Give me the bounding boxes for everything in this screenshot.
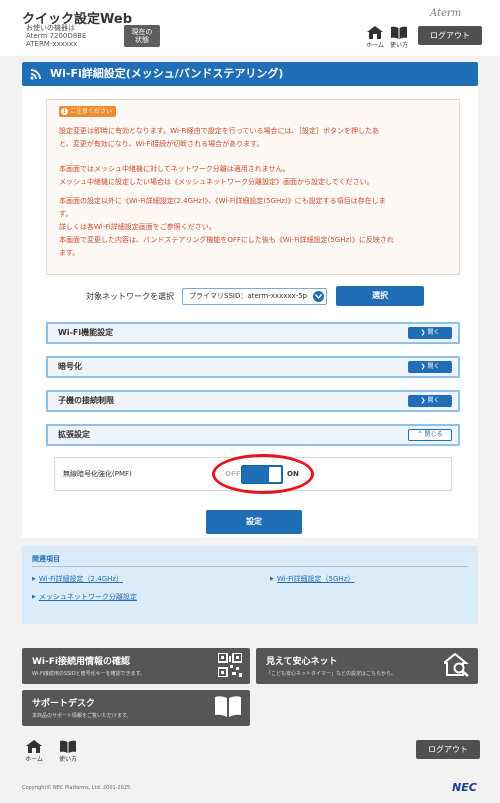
notice-line: 本画面の設定以外に《Wi-Fi詳細設定(2.4GHz)》、《Wi-Fi詳細設定(… xyxy=(59,197,386,205)
expand-label: 開く xyxy=(427,363,440,370)
status-button-label: 状態 xyxy=(135,36,149,44)
device-info: お使いの機器は Aterm 7200D8BE ATERM-xxxxxx xyxy=(26,24,86,48)
related-title: 関連項目 xyxy=(32,555,60,563)
tile-title: サポートデスク xyxy=(32,699,96,709)
expand-button[interactable]: ❯ 開く xyxy=(408,395,452,407)
apply-setting-button[interactable]: 設定 xyxy=(206,510,302,534)
book-icon xyxy=(60,740,76,753)
link-text: Wi-Fi詳細設定（5GHz） xyxy=(276,575,355,583)
tile-title: Wi-Fi接続用情報の確認 xyxy=(32,657,130,667)
status-button-label: 現在の xyxy=(131,28,153,36)
footer-home-button[interactable]: ホーム xyxy=(22,740,46,763)
notice-box: ! ご注意ください 設定変更は即時に有効となります。Wi-Fi経由で設定を行ってい… xyxy=(46,99,460,275)
home-label: ホーム xyxy=(366,42,384,49)
section-label: Wi-Fi機能設定 xyxy=(58,328,114,337)
tile-desc: 「こども安心ネットタイマー」などの設定はこちらから。 xyxy=(266,671,397,677)
notice-line: 設定変更は即時に有効となります。Wi-Fi経由で設定を行っている場合には、［設定… xyxy=(59,127,379,135)
section-client-limit[interactable]: 子機の接続制限 ❯ 開く xyxy=(46,390,460,412)
mieru-anshin-tile[interactable]: 見えて安心ネット 「こども安心ネットタイマー」などの設定はこちらから。 xyxy=(256,648,478,684)
chevron-down-icon xyxy=(313,291,324,302)
home-search-icon xyxy=(444,653,469,677)
aterm-logo: Aterm xyxy=(430,8,462,19)
triangle-right-icon: ▶ xyxy=(270,576,274,582)
notice-line: 本画面で変更した内容は、バンドステアリング機能をOFFにした後も《Wi-Fi詳細… xyxy=(59,236,394,244)
device-line: Aterm 7200D8BE xyxy=(26,32,87,40)
footer-nav: ホーム 使い方 ログアウト xyxy=(0,736,500,770)
notice-paragraph: 設定変更は即時に有効となります。Wi-Fi経由で設定を行っている場合には、［設定… xyxy=(59,125,451,151)
tile-desc: 本商品のサポート情報をご覧いただけます。 xyxy=(32,713,132,719)
notice-line: 詳しくは各Wi-Fi詳細設定画面をご参照ください。 xyxy=(59,223,216,231)
device-line: ATERM-xxxxxx xyxy=(26,40,78,48)
footer-logout-button[interactable]: ログアウト xyxy=(416,740,480,759)
notice-paragraph: 本画面ではメッシュ中継機に対してネットワーク分離は適用されません。 メッシュ中継… xyxy=(59,163,451,189)
alert-icon: ! xyxy=(61,108,68,115)
notice-line: 本画面ではメッシュ中継機に対してネットワーク分離は適用されません。 xyxy=(59,165,290,173)
expand-label: 開く xyxy=(427,329,440,336)
related-items-box: 関連項目 ▶ Wi-Fi詳細設定（2.4GHz） ▶ Wi-Fi詳細設定（5GHz）… xyxy=(22,546,478,624)
network-select[interactable]: プライマリSSID：aterm-xxxxxx-5p xyxy=(182,288,327,305)
section-label: 子機の接続制限 xyxy=(58,396,114,405)
footer-usage-button[interactable]: 使い方 xyxy=(56,740,80,763)
pmf-label: 無線暗号化強化(PMF) xyxy=(63,470,132,478)
section-wifi-function[interactable]: Wi-Fi機能設定 ❯ 開く xyxy=(46,322,460,344)
section-encryption[interactable]: 暗号化 ❯ 開く xyxy=(46,356,460,378)
notice-badge-label: ご注意ください xyxy=(70,108,113,115)
wifi-icon xyxy=(30,69,41,80)
header: クイック設定Web お使いの機器は Aterm 7200D8BE ATERM-x… xyxy=(0,0,500,56)
current-status-button[interactable]: 現在の 状態 xyxy=(124,25,160,47)
highlight-annotation xyxy=(212,454,314,494)
expand-button[interactable]: ❯ 開く xyxy=(408,327,452,339)
link-wifi-5ghz[interactable]: ▶ Wi-Fi詳細設定（5GHz） xyxy=(270,574,354,584)
copyright: Copyright© NEC Platforms, Ltd. 2001-2025 xyxy=(22,785,131,791)
tile-desc: Wi-Fi接続用のSSIDと暗号化キーを確認できます。 xyxy=(32,671,146,677)
network-select-value: プライマリSSID：aterm-xxxxxx-5p xyxy=(189,292,308,300)
notice-badge: ! ご注意ください xyxy=(59,106,117,117)
usage-button[interactable]: 使い方 xyxy=(387,26,411,49)
book-icon xyxy=(215,696,241,717)
expand-label: 開く xyxy=(427,397,440,404)
home-label: ホーム xyxy=(25,756,43,763)
book-icon xyxy=(391,26,407,39)
notice-line: メッシュ中継機に設定したい場合は《メッシュネットワーク分離設定》画面から設定して… xyxy=(59,178,374,186)
notice-line: と、変更が有効になり、Wi-Fi接続が切断される場合があります。 xyxy=(59,140,264,148)
link-wifi-24ghz[interactable]: ▶ Wi-Fi詳細設定（2.4GHz） xyxy=(32,574,123,584)
device-line: お使いの機器は xyxy=(26,24,75,32)
nec-logo: NEC xyxy=(452,781,477,794)
usage-label: 使い方 xyxy=(58,756,77,763)
collapse-button[interactable]: ^ 閉じる xyxy=(408,429,452,441)
tile-title: 見えて安心ネット xyxy=(266,657,338,667)
notice-paragraph: 本画面の設定以外に《Wi-Fi詳細設定(2.4GHz)》、《Wi-Fi詳細設定(… xyxy=(59,195,451,260)
network-select-label: 対象ネットワークを選択 xyxy=(86,292,174,301)
triangle-right-icon: ▶ xyxy=(32,594,36,600)
link-text: メッシュネットワーク分離設定 xyxy=(38,593,137,601)
notice-line: ます。 xyxy=(59,249,80,257)
page-title-bar: Wi-Fi詳細設定(メッシュ/バンドステアリング) xyxy=(22,62,478,86)
expand-button[interactable]: ❯ 開く xyxy=(408,361,452,373)
wifi-info-tile[interactable]: Wi-Fi接続用情報の確認 Wi-Fi接続用のSSIDと暗号化キーを確認できます… xyxy=(22,648,250,684)
select-network-button[interactable]: 選択 xyxy=(336,286,424,306)
divider xyxy=(32,566,468,567)
home-icon xyxy=(367,26,383,39)
triangle-right-icon: ▶ xyxy=(32,576,36,582)
qr-code-icon xyxy=(218,653,242,677)
link-text: Wi-Fi詳細設定（2.4GHz） xyxy=(38,575,124,583)
home-button[interactable]: ホーム xyxy=(363,26,387,49)
usage-label: 使い方 xyxy=(389,42,408,49)
support-desk-tile[interactable]: サポートデスク 本商品のサポート情報をご覧いただけます。 xyxy=(22,690,250,726)
section-label: 暗号化 xyxy=(58,362,82,371)
section-label: 拡張設定 xyxy=(58,430,90,439)
page-title: Wi-Fi詳細設定(メッシュ/バンドステアリング) xyxy=(50,67,284,80)
link-mesh-separation[interactable]: ▶ メッシュネットワーク分離設定 xyxy=(32,592,137,602)
collapse-label: 閉じる xyxy=(424,431,443,438)
logout-button[interactable]: ログアウト xyxy=(418,26,482,45)
home-icon xyxy=(26,740,42,753)
notice-line: す。 xyxy=(59,210,73,218)
section-extended[interactable]: 拡張設定 ^ 閉じる xyxy=(46,424,460,446)
